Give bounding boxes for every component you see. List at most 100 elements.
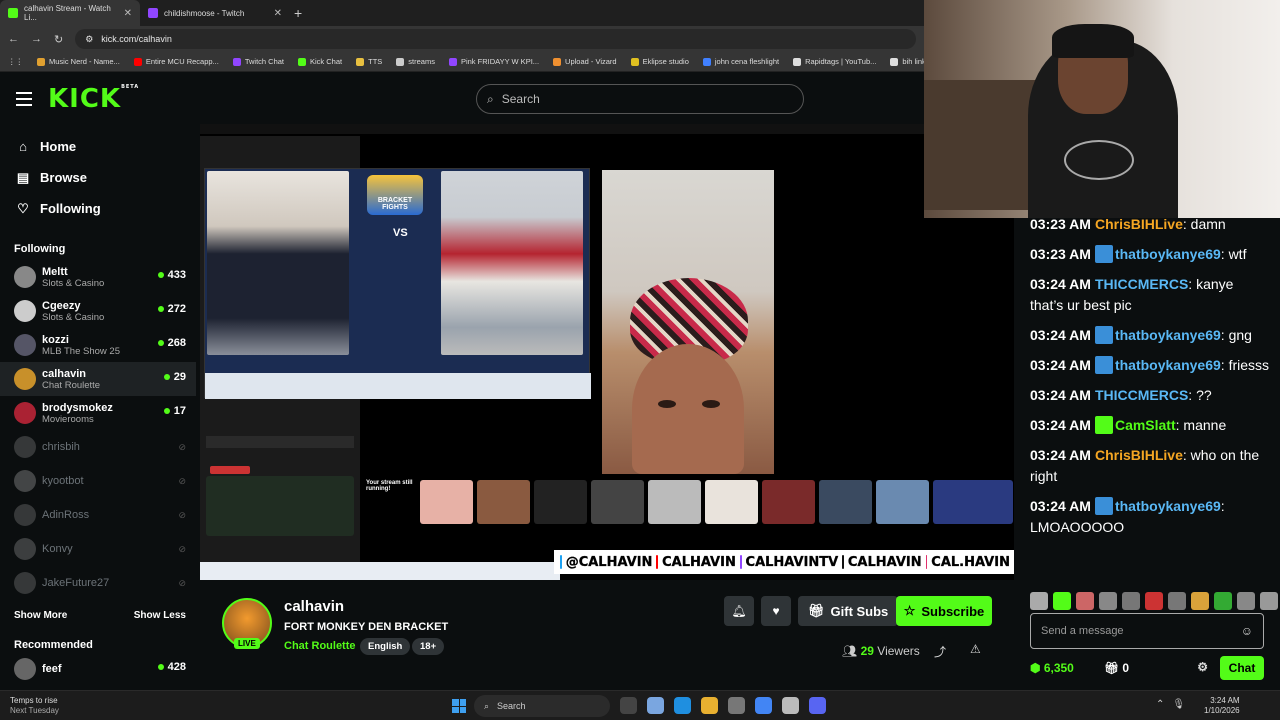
emote-icon[interactable] [1122,592,1140,610]
report-icon[interactable]: ⚠ [970,642,981,656]
forward-icon[interactable]: → [31,33,42,45]
chat-username[interactable]: thatboykanye69 [1115,498,1221,514]
bookmark-item[interactable]: streams [396,57,435,66]
sidebar-channel-adinross[interactable]: AdinRoss ⊘ [0,498,196,532]
url-input[interactable]: ⚙ kick.com/calhavin [75,29,916,49]
bookmark-item[interactable]: TTS [356,57,382,66]
chat-settings-icon[interactable]: ⚙ [1197,660,1208,674]
chat-colon: : [1182,216,1191,232]
chevron-up-icon[interactable]: ⌃ [1156,699,1164,710]
chat-input[interactable]: Send a message ☺ [1030,613,1264,649]
follow-heart-icon[interactable]: ♥ [761,596,791,626]
menu-icon[interactable] [16,92,32,110]
chat-username[interactable]: CamSlatt [1115,417,1176,433]
chat-send-button[interactable]: Chat [1220,656,1264,680]
video-player[interactable]: BRACKET FIGHTS VS Your stream still runn… [200,124,1014,580]
gift-counter[interactable]: 🎁︎ 0 [1104,661,1129,675]
bookmark-item[interactable]: Rapidtags | YouTub... [793,57,876,66]
nav-browse[interactable]: ▤ Browse [0,162,196,193]
sidebar-channel-calhavin[interactable]: calhavin Chat Roulette 29 [0,362,196,396]
sidebar-channel-meltt[interactable]: Meltt Slots & Casino 433 [0,260,196,294]
taskbar-search[interactable]: ⌕ Search [474,695,610,717]
kick-logo[interactable]: KICKBETA [48,84,139,114]
weather-widget[interactable]: Temps to rise Next Tuesday [10,696,59,716]
new-tab-icon[interactable]: + [294,5,302,21]
emote-icon[interactable] [1168,592,1186,610]
chat-username[interactable]: ChrisBIHLive [1095,447,1183,463]
taskbar-app-icon[interactable] [674,697,691,714]
chat-username[interactable]: THICCMERCS [1095,387,1188,403]
nav-following[interactable]: ♡ Following [0,193,196,224]
bookmark-favicon-icon [396,57,405,66]
nav-home[interactable]: ⌂ Home [0,131,196,162]
bookmark-item[interactable]: bih links [890,57,924,66]
close-tab-icon[interactable]: ✕ [124,8,132,19]
apps-grid-icon[interactable]: ⋮⋮ [8,57,23,66]
mic-icon[interactable]: 🎙︎ [1172,699,1185,710]
emote-icon[interactable] [1099,592,1117,610]
browser-tab-twitch[interactable]: childishmoose - Twitch ✕ [140,0,290,26]
channel-points[interactable]: ⬢ 6,350 [1030,661,1074,675]
gift-subs-button[interactable]: 🎁︎ Gift Subs [798,596,899,626]
taskbar-app-icon[interactable] [782,697,799,714]
emote-icon[interactable] [1145,592,1163,610]
taskbar-app-icon[interactable] [755,697,772,714]
show-more-button[interactable]: Show More [14,610,67,621]
bookmark-item[interactable]: Twitch Chat [232,57,284,66]
shirt-logo [1064,140,1134,180]
sidebar-channel-konvy[interactable]: Konvy ⊘ [0,532,196,566]
windows-start-icon[interactable] [452,699,466,713]
notification-bell-icon[interactable]: 🔔︎ [724,596,754,626]
channel-name: kyootbot [42,475,84,487]
browser-tab-title: childishmoose - Twitch [164,8,245,18]
chat-username[interactable]: thatboykanye69 [1115,327,1221,343]
bookmark-item[interactable]: Pink FRIDAYY W KPI... [448,57,539,66]
site-info-icon[interactable]: ⚙ [85,34,93,45]
bookmark-item[interactable]: Music Nerd - Name... [37,57,120,66]
taskbar-app-icon[interactable] [701,697,718,714]
emote-icon[interactable] [1076,592,1094,610]
channel-name[interactable]: calhavin [284,598,344,615]
bookmark-favicon-icon [356,57,365,66]
emote-icon[interactable] [1053,592,1071,610]
reload-icon[interactable]: ↻ [54,33,63,46]
tag-age[interactable]: 18+ [412,638,445,655]
taskbar-app-icon[interactable] [647,697,664,714]
sidebar-channel-chrisbih[interactable]: chrisbih ⊘ [0,430,196,464]
browser-tab-kick[interactable]: calhavin Stream - Watch Li... ✕ [0,0,140,26]
sidebar-channel-kyootbot[interactable]: kyootbot ⊘ [0,464,196,498]
show-less-button[interactable]: Show Less [134,610,186,621]
tag-language[interactable]: English [360,638,411,655]
subscribe-button[interactable]: ☆ Subscribe [896,596,992,626]
sidebar-channel-cgeezy[interactable]: Cgeezy Slots & Casino 272 [0,294,196,328]
chat-username[interactable]: thatboykanye69 [1115,357,1221,373]
bookmark-item[interactable]: john cena fleshlight [702,57,779,66]
chat-username[interactable]: ChrisBIHLive [1095,216,1183,232]
back-icon[interactable]: ← [8,33,19,45]
recommended-channel[interactable]: feef 428 [0,656,196,682]
bookmark-item[interactable]: Upload - Vizard [553,57,617,66]
stream-category[interactable]: Chat Roulette [284,640,356,652]
close-tab-icon[interactable]: ✕ [274,8,282,19]
chat-username[interactable]: THICCMERCS [1095,276,1188,292]
sidebar-channel-kozzi[interactable]: kozzi MLB The Show 25 268 [0,328,196,362]
bookmark-item[interactable]: Kick Chat [298,57,342,66]
taskbar-app-icon[interactable] [728,697,745,714]
emote-icon[interactable] [1191,592,1209,610]
offline-icon: ⊘ [178,510,186,520]
emote-icon[interactable] [1030,592,1048,610]
bookmark-item[interactable]: Eklipse studio [630,57,689,66]
search-input[interactable]: ⌕ Search [476,84,804,114]
share-icon[interactable]: ⤴ [934,643,946,660]
emoji-icon[interactable]: ☺ [1241,624,1253,638]
sidebar-channel-jakefuture27[interactable]: JakeFuture27 ⊘ [0,566,196,600]
chat-username[interactable]: thatboykanye69 [1115,246,1221,262]
sidebar-channel-brodysmokez[interactable]: brodysmokez Movierooms 17 [0,396,196,430]
taskbar-app-icon[interactable] [809,697,826,714]
taskbar-app-icon[interactable] [620,697,637,714]
emote-icon[interactable] [1260,592,1278,610]
emote-icon[interactable] [1214,592,1232,610]
clock[interactable]: 3:24 AM 1/10/2026 [1204,696,1240,716]
bookmark-item[interactable]: Entire MCU Recapp... [133,57,219,66]
emote-icon[interactable] [1237,592,1255,610]
